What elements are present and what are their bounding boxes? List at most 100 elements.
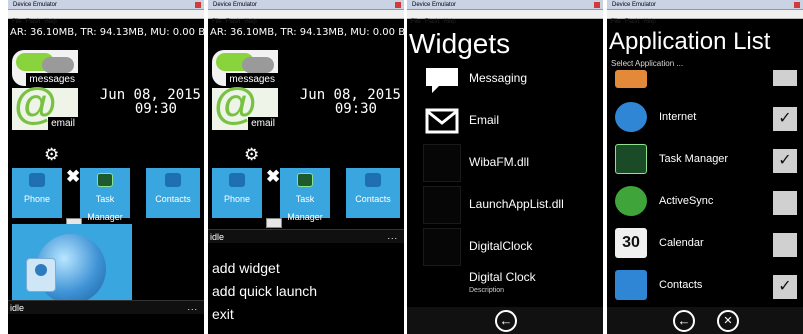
emulator-titlebar: Device Emulator bbox=[8, 0, 204, 10]
clock-date: Jun 08, 2015 bbox=[299, 87, 401, 103]
home-screen-panel: Device Emulator File Flash Help AR: 36.10M… bbox=[8, 0, 204, 334]
quick-launch-task-manager[interactable]: Task Manager bbox=[80, 168, 130, 222]
email-label: email bbox=[48, 117, 78, 130]
widget-description: Description bbox=[469, 287, 505, 294]
task-manager-icon bbox=[297, 173, 313, 187]
close-icon[interactable] bbox=[794, 2, 800, 8]
home-bottom-bar: idle ... bbox=[8, 300, 204, 314]
contacts-icon bbox=[615, 270, 647, 300]
menu-help[interactable]: Help bbox=[244, 19, 256, 25]
menu-flash[interactable]: Flash bbox=[625, 19, 640, 25]
emulator-title: Device Emulator bbox=[13, 2, 58, 8]
contacts-label: Contacts bbox=[155, 194, 191, 204]
application-list-title: Application List bbox=[609, 28, 771, 55]
close-icon[interactable] bbox=[594, 2, 600, 8]
email-widget[interactable]: @ email bbox=[212, 82, 278, 130]
quick-launch-contacts[interactable]: Contacts bbox=[146, 168, 200, 218]
digital-clock: Jun 08, 2015 09:30 bbox=[286, 88, 401, 116]
app-checkbox[interactable] bbox=[773, 233, 797, 257]
clock-time: 09:30 bbox=[334, 101, 377, 117]
memory-status: AR: 36.10MB, TR: 94.13MB, MU: 0.00 B bbox=[210, 27, 404, 38]
blank-icon bbox=[423, 186, 461, 224]
app-checkbox[interactable] bbox=[773, 191, 797, 215]
widgets-panel: Device Emulator File Flash Help Widgets Me… bbox=[407, 0, 603, 334]
widgets-bottom-bar: ← bbox=[407, 307, 603, 334]
gear-icon[interactable]: ⚙ bbox=[244, 146, 259, 163]
widget-label: Digital Clock bbox=[469, 270, 536, 284]
menu-flash[interactable]: Flash bbox=[226, 19, 241, 25]
application-list-subtitle: Select Application ... bbox=[611, 59, 684, 68]
more-menu-button[interactable]: ... bbox=[187, 301, 198, 313]
phone-icon bbox=[229, 173, 245, 187]
menu-help[interactable]: Help bbox=[643, 19, 655, 25]
menu-item-add-quick-launch[interactable]: add quick launch bbox=[212, 283, 317, 299]
emulator-menubar: File Flash Help bbox=[407, 10, 603, 25]
menu-file[interactable]: File bbox=[12, 19, 22, 25]
widget-label: DigitalClock bbox=[469, 239, 533, 253]
menu-file[interactable]: File bbox=[611, 19, 621, 25]
speech-bubble-icon bbox=[426, 68, 458, 93]
remove-icon[interactable]: ✖ bbox=[66, 168, 80, 185]
task-manager-label: Task Manager bbox=[87, 194, 123, 222]
emulator-titlebar: Device Emulator bbox=[407, 0, 603, 10]
partial-app-checkbox[interactable] bbox=[773, 70, 797, 86]
menu-file[interactable]: File bbox=[411, 19, 421, 25]
quick-launch-phone[interactable]: Phone bbox=[212, 168, 262, 218]
emulator-titlebar: Device Emulator bbox=[607, 0, 803, 10]
chat-bubble-icon bbox=[242, 57, 274, 73]
app-checkbox[interactable]: ✓ bbox=[773, 149, 797, 173]
emulator-title: Device Emulator bbox=[412, 2, 457, 8]
menu-item-add-widget[interactable]: add widget bbox=[212, 260, 280, 276]
gear-icon[interactable]: ⚙ bbox=[44, 146, 59, 163]
app-label: Calendar bbox=[659, 237, 704, 249]
person-icon bbox=[26, 258, 56, 292]
close-circle-icon[interactable]: ✕ bbox=[717, 310, 739, 332]
phone-icon bbox=[29, 173, 45, 187]
clock-date: Jun 08, 2015 bbox=[99, 87, 201, 103]
emulator-titlebar: Device Emulator bbox=[208, 0, 404, 10]
clock-time: 09:30 bbox=[134, 101, 177, 117]
back-arrow-icon[interactable]: ← bbox=[673, 310, 695, 332]
resize-handle-icon[interactable] bbox=[266, 218, 282, 228]
app-label: ActiveSync bbox=[659, 195, 714, 207]
chat-bubble-icon bbox=[42, 57, 74, 73]
widget-label: LaunchAppList.dll bbox=[469, 197, 564, 211]
quick-launch-phone[interactable]: Phone bbox=[12, 168, 62, 218]
emulator-menubar: File Flash Help bbox=[208, 10, 404, 25]
remove-icon[interactable]: ✖ bbox=[266, 168, 280, 185]
menu-help[interactable]: Help bbox=[443, 19, 455, 25]
app-checkbox[interactable]: ✓ bbox=[773, 275, 797, 299]
more-menu-button[interactable]: ... bbox=[387, 230, 398, 242]
internet-contacts-tile[interactable] bbox=[12, 224, 132, 306]
contacts-icon bbox=[165, 173, 181, 187]
context-menu: add widget add quick launch exit bbox=[208, 244, 404, 334]
task-manager-label: Task Manager bbox=[287, 194, 323, 222]
back-arrow-icon[interactable]: ← bbox=[495, 310, 517, 332]
close-icon[interactable] bbox=[395, 2, 401, 8]
emulator-title: Device Emulator bbox=[612, 2, 657, 8]
email-widget[interactable]: @ email bbox=[12, 82, 78, 130]
globe-icon bbox=[615, 102, 647, 132]
partial-app-icon bbox=[615, 70, 647, 88]
menu-flash[interactable]: Flash bbox=[425, 19, 440, 25]
app-list-bottom-bar: ← ✕ bbox=[607, 307, 803, 334]
contacts-icon bbox=[365, 173, 381, 187]
emulator-menubar: File Flash Help bbox=[8, 10, 204, 25]
widget-label: Email bbox=[469, 113, 500, 127]
phone-label: Phone bbox=[23, 194, 51, 204]
widget-label: WibaFM.dll bbox=[469, 155, 530, 169]
widgets-title: Widgets bbox=[409, 28, 511, 59]
menu-help[interactable]: Help bbox=[44, 19, 56, 25]
close-icon[interactable] bbox=[195, 2, 201, 8]
menu-flash[interactable]: Flash bbox=[26, 19, 41, 25]
blank-icon bbox=[423, 228, 461, 266]
idle-status: idle bbox=[210, 232, 225, 242]
application-list-panel: Device Emulator File Flash Help Applicatio… bbox=[607, 0, 803, 334]
quick-launch-task-manager[interactable]: Task Manager bbox=[280, 168, 330, 222]
menu-item-exit[interactable]: exit bbox=[212, 306, 234, 322]
quick-launch-contacts[interactable]: Contacts bbox=[346, 168, 400, 218]
digital-clock: Jun 08, 2015 09:30 bbox=[86, 88, 201, 116]
menu-file[interactable]: File bbox=[212, 19, 222, 25]
app-checkbox[interactable]: ✓ bbox=[773, 107, 797, 131]
email-label: email bbox=[248, 117, 278, 130]
